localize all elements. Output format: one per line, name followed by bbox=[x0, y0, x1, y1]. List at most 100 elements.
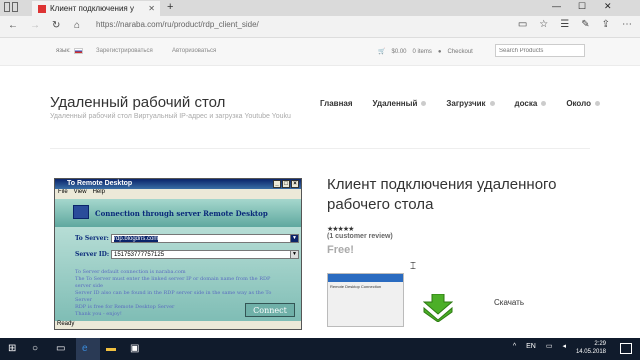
header-divider bbox=[50, 148, 590, 149]
notes-pen-icon[interactable]: ✎ bbox=[581, 19, 589, 30]
to-server-value: rdp.blogdns.com bbox=[114, 236, 159, 242]
cart-total: $0.00 bbox=[391, 48, 407, 55]
server-id-value: 151753777757125 bbox=[114, 252, 165, 258]
to-server-label: To Server: bbox=[75, 235, 109, 242]
language-selector[interactable]: язык: bbox=[56, 48, 83, 54]
product-price: Free! bbox=[327, 244, 354, 256]
tab-title: Клиент подключения у bbox=[50, 4, 134, 13]
file-explorer-icon[interactable]: ▬ bbox=[106, 343, 116, 354]
register-link[interactable]: Зарегистрироваться bbox=[96, 48, 153, 54]
edge-browser-icon[interactable]: e bbox=[82, 343, 88, 354]
nav-item-downloader[interactable]: Загрузчик bbox=[446, 99, 494, 108]
nav-item-home[interactable]: Главная bbox=[320, 99, 353, 108]
search-icon[interactable]: ○ bbox=[32, 343, 38, 354]
app-minimize-icon: _ bbox=[273, 180, 281, 188]
download-link[interactable]: Скачать bbox=[494, 298, 524, 307]
taskbar-active-highlight bbox=[76, 338, 100, 360]
cart-items: 0 items bbox=[412, 48, 432, 55]
app-note-line: Server ID also can be found in the RDP s… bbox=[75, 290, 272, 303]
tray-expand-icon[interactable]: ^ bbox=[513, 343, 516, 350]
nav-item-board[interactable]: доска bbox=[515, 99, 547, 108]
more-menu-icon[interactable]: ⋯ bbox=[622, 19, 632, 30]
site-top-strip: язык: Зарегистрироваться Авторизоваться … bbox=[0, 38, 640, 66]
download-thumbnail[interactable]: Remote Desktop Connection bbox=[327, 273, 404, 327]
favorite-star-icon[interactable]: ☆ bbox=[539, 19, 548, 30]
start-windows-icon[interactable]: ⊞ bbox=[8, 343, 16, 354]
app-menu-help: Help bbox=[92, 189, 105, 195]
review-count-link[interactable]: (1 customer review) bbox=[327, 233, 393, 240]
app-close-icon: × bbox=[291, 180, 299, 188]
nav-item-remote[interactable]: Удаленный bbox=[373, 99, 427, 108]
app-menu-view: View bbox=[73, 189, 87, 195]
system-tray: ^ EN ▭ ◂ bbox=[513, 342, 566, 351]
maximize-button[interactable]: ☐ bbox=[578, 1, 586, 12]
app-menu-file: File bbox=[58, 189, 68, 195]
minimize-button[interactable]: — bbox=[552, 1, 561, 11]
clock-time: 2:29 bbox=[594, 341, 606, 347]
app-connect-button: Connect bbox=[245, 303, 295, 317]
share-icon[interactable]: ⇪ bbox=[602, 19, 610, 30]
download-arrow-icon[interactable] bbox=[423, 294, 453, 322]
server-id-field: 151753777757125 ▼ bbox=[111, 250, 299, 259]
favorites-list-icon[interactable]: ☰ bbox=[560, 19, 569, 30]
clock-date: 14.05.2018 bbox=[575, 349, 606, 355]
cart-summary[interactable]: 🛒 $0.00 0 items ● Checkout bbox=[378, 48, 473, 56]
computer-icon bbox=[73, 205, 89, 219]
product-title: Клиент подключения удаленного рабочего с… bbox=[327, 176, 557, 213]
browser-toolbar: ← → ↻ ⌂ https://naraba.com/ru/product/rd… bbox=[0, 16, 640, 38]
checkout-icon: ● bbox=[437, 48, 442, 55]
home-icon[interactable]: ⌂ bbox=[74, 20, 80, 31]
app-window-controls: _ □ × bbox=[273, 180, 299, 188]
volume-icon[interactable]: ◂ bbox=[562, 342, 566, 350]
russian-flag-icon bbox=[73, 48, 83, 54]
app-title: To Remote Desktop bbox=[67, 180, 133, 187]
tab-preview-icon[interactable] bbox=[4, 2, 26, 14]
notification-center-icon[interactable] bbox=[620, 343, 632, 354]
close-window-button[interactable]: ✕ bbox=[604, 1, 612, 12]
new-tab-button[interactable]: + bbox=[167, 1, 173, 13]
mouse-cursor-icon: ⌶ bbox=[410, 261, 416, 272]
cart-icon: 🛒 bbox=[378, 49, 386, 55]
app-body: Connection through server Remote Desktop… bbox=[55, 199, 301, 321]
language-indicator[interactable]: EN bbox=[526, 343, 536, 350]
site-title[interactable]: Удаленный рабочий стол bbox=[50, 94, 225, 111]
thumbnail-title-bar bbox=[328, 274, 403, 282]
app-banner: Connection through server Remote Desktop bbox=[55, 199, 301, 227]
login-link[interactable]: Авторизоваться bbox=[172, 48, 216, 54]
tab-close-icon[interactable]: ✕ bbox=[148, 4, 155, 13]
main-navigation: Главная Удаленный Загрузчик доска Около bbox=[320, 99, 600, 108]
site-favicon-icon bbox=[38, 4, 46, 13]
address-bar[interactable]: https://naraba.com/ru/product/rdp_client… bbox=[96, 20, 259, 29]
app-maximize-icon: □ bbox=[282, 180, 290, 188]
network-icon[interactable]: ▭ bbox=[546, 342, 553, 350]
app-note-line: To Server default connection is naraba.c… bbox=[75, 269, 186, 275]
language-label: язык: bbox=[56, 48, 71, 54]
checkout-link[interactable]: Checkout bbox=[447, 49, 472, 55]
task-view-icon[interactable]: ▭ bbox=[56, 343, 65, 354]
product-image-app-window[interactable]: To Remote Desktop _ □ × File View Help C… bbox=[54, 178, 302, 330]
search-input[interactable] bbox=[495, 44, 585, 57]
tab-bar: Клиент подключения у ✕ + — ☐ ✕ bbox=[0, 0, 640, 16]
chevron-down-icon: ▼ bbox=[290, 251, 298, 258]
site-description: Удаленный рабочий стол Виртуальный IP-ад… bbox=[50, 113, 291, 120]
taskbar: ⊞ ○ ▭ e ▬ ▣ ^ EN ▭ ◂ 2:29 14.05.2018 bbox=[0, 338, 640, 360]
clock[interactable]: 2:29 14.05.2018 bbox=[576, 340, 606, 356]
app-note-line: The To Server must enter the linked serv… bbox=[75, 276, 271, 289]
browser-tab[interactable]: Клиент подключения у ✕ bbox=[32, 1, 160, 16]
chevron-down-icon: ▼ bbox=[290, 235, 298, 242]
forward-arrow-icon[interactable]: → bbox=[30, 20, 40, 31]
reading-view-icon[interactable]: ▭ bbox=[518, 19, 527, 30]
to-server-field: rdp.blogdns.com ▼ bbox=[111, 234, 299, 243]
back-arrow-icon[interactable]: ← bbox=[8, 20, 18, 31]
store-icon[interactable]: ▣ bbox=[130, 343, 139, 354]
nav-item-about[interactable]: Около bbox=[566, 99, 600, 108]
refresh-icon[interactable]: ↻ bbox=[52, 20, 60, 31]
rating-stars-icon: ★★★★★ bbox=[327, 226, 354, 233]
app-status-bar: Ready bbox=[57, 321, 75, 327]
app-menu-bar: File View Help bbox=[55, 189, 301, 198]
thumbnail-caption: Remote Desktop Connection bbox=[330, 284, 382, 289]
app-title-bar: To Remote Desktop _ □ × bbox=[55, 179, 301, 189]
app-banner-text: Connection through server Remote Desktop bbox=[95, 209, 268, 218]
server-id-label: Server ID: bbox=[75, 251, 110, 258]
browser-actions: ▭ ☆ ☰ ✎ ⇪ ⋯ bbox=[518, 19, 640, 30]
